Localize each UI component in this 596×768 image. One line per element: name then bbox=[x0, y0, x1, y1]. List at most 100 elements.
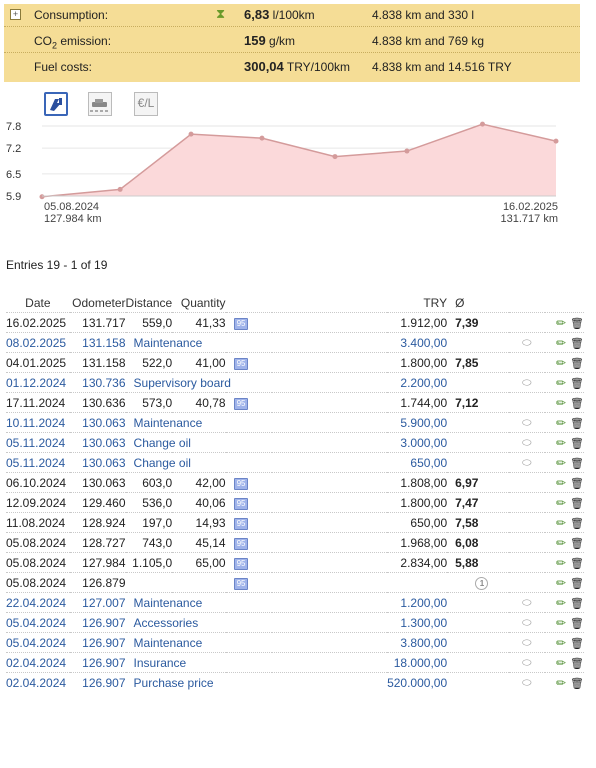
cell-date: 05.08.2024 bbox=[6, 532, 70, 553]
cell-comment: ⬭ bbox=[508, 332, 545, 353]
col-avg[interactable]: Ø bbox=[447, 293, 509, 313]
trash-icon[interactable]: 🗑 bbox=[570, 417, 584, 430]
table-row[interactable]: 05.04.2024 126.907 Accessories 1.300,00 ⬭ ✏ 🗑 bbox=[6, 612, 584, 633]
cell-avg: 6,08 bbox=[447, 532, 509, 553]
edit-pencil-icon[interactable]: ✏ bbox=[556, 376, 566, 390]
col-quantity[interactable]: Quantity bbox=[172, 293, 226, 313]
fuel-type-badge: 95 bbox=[233, 478, 249, 490]
table-row[interactable]: 05.08.2024 128.727 743,0 45,14 95 1.968,00 6,0… bbox=[6, 532, 584, 553]
table-row[interactable]: 22.04.2024 127.007 Maintenance 1.200,00 ⬭ ✏ 🗑 bbox=[6, 592, 584, 613]
cell-cost: 1.912,00 bbox=[387, 312, 448, 333]
edit-pencil-icon[interactable]: ✏ bbox=[556, 416, 566, 430]
table-row[interactable]: 02.04.2024 126.907 Insurance 18.000,00 ⬭ ✏ 🗑 bbox=[6, 652, 584, 673]
edit-pencil-icon[interactable]: ✏ bbox=[556, 436, 566, 450]
cell-distance: 522,0 bbox=[125, 352, 173, 373]
trash-icon[interactable]: 🗑 bbox=[570, 437, 584, 450]
cell-comment bbox=[508, 552, 545, 573]
trash-icon[interactable]: 🗑 bbox=[570, 657, 584, 670]
trash-icon[interactable]: 🗑 bbox=[570, 557, 584, 570]
summary-label: Consumption: bbox=[34, 8, 109, 22]
edit-pencil-icon[interactable]: ✏ bbox=[556, 616, 566, 630]
trash-icon[interactable]: 🗑 bbox=[570, 457, 584, 470]
edit-pencil-icon[interactable]: ✏ bbox=[556, 556, 566, 570]
edit-pencil-icon[interactable]: ✏ bbox=[556, 636, 566, 650]
col-date[interactable]: Date bbox=[6, 293, 70, 313]
edit-pencil-icon[interactable]: ✏ bbox=[556, 356, 566, 370]
table-row[interactable]: 08.02.2025 131.158 Maintenance 3.400,00 ⬭ ✏ 🗑 bbox=[6, 332, 584, 353]
comment-icon[interactable]: ⬭ bbox=[522, 377, 531, 390]
cell-actions: ✏ 🗑 bbox=[544, 632, 584, 653]
col-distance[interactable]: Distance bbox=[126, 293, 173, 313]
comment-icon[interactable]: ⬭ bbox=[522, 457, 531, 470]
trash-icon[interactable]: 🗑 bbox=[570, 397, 584, 410]
table-row[interactable]: 12.09.2024 129.460 536,0 40,06 95 1.800,00 7,4… bbox=[6, 492, 584, 513]
table-row[interactable]: 16.02.2025 131.717 559,0 41,33 95 1.912,00 7,3… bbox=[6, 312, 584, 333]
comment-icon[interactable]: ⬭ bbox=[522, 637, 531, 650]
trash-icon[interactable]: 🗑 bbox=[570, 677, 584, 690]
edit-pencil-icon[interactable]: ✏ bbox=[556, 656, 566, 670]
comment-icon[interactable]: ⬭ bbox=[522, 597, 531, 610]
euro-per-liter-icon[interactable]: €/L bbox=[134, 92, 158, 116]
cell-gap bbox=[271, 572, 388, 593]
table-row[interactable]: 05.04.2024 126.907 Maintenance 3.800,00 ⬭ ✏ 🗑 bbox=[6, 632, 584, 653]
summary-row-fuel-costs: Fuel costs: 300,04 TRY/100km 4.838 km an… bbox=[4, 56, 580, 78]
cell-comment: ⬭ bbox=[508, 672, 545, 692]
comment-icon[interactable]: ⬭ bbox=[522, 417, 531, 430]
edit-pencil-icon[interactable]: ✏ bbox=[556, 316, 566, 330]
trash-icon[interactable]: 🗑 bbox=[570, 617, 584, 630]
table-row[interactable]: 10.11.2024 130.063 Maintenance 5.900,00 ⬭ ✏ 🗑 bbox=[6, 412, 584, 433]
trash-icon[interactable]: 🗑 bbox=[570, 317, 584, 330]
table-row[interactable]: 05.08.2024 127.984 1.105,0 65,00 95 2.834,00 5… bbox=[6, 552, 584, 573]
comment-icon[interactable]: ⬭ bbox=[522, 337, 531, 350]
trash-icon[interactable]: 🗑 bbox=[570, 577, 584, 590]
cell-cost: 650,00 bbox=[387, 512, 448, 533]
comment-icon[interactable]: ⬭ bbox=[522, 657, 531, 670]
edit-pencil-icon[interactable]: ✏ bbox=[556, 336, 566, 350]
edit-pencil-icon[interactable]: ✏ bbox=[556, 516, 566, 530]
fuel-pump-icon[interactable] bbox=[44, 92, 68, 116]
table-row[interactable]: 05.08.2024 126.879 95 1 ✏ 🗑 bbox=[6, 572, 584, 593]
edit-pencil-icon[interactable]: ✏ bbox=[556, 676, 566, 690]
cell-fuel: 95 bbox=[225, 472, 272, 493]
trash-icon[interactable]: 🗑 bbox=[570, 497, 584, 510]
table-row[interactable]: 11.08.2024 128.924 197,0 14,93 95 650,00 7,58 ✏… bbox=[6, 512, 584, 533]
cell-comment: ⬭ bbox=[508, 412, 545, 433]
info-circle-icon[interactable]: 1 bbox=[475, 577, 489, 590]
trash-icon[interactable]: 🗑 bbox=[570, 337, 584, 350]
table-row[interactable]: 05.11.2024 130.063 Change oil 650,00 ⬭ ✏ 🗑 bbox=[6, 452, 584, 473]
edit-pencil-icon[interactable]: ✏ bbox=[556, 536, 566, 550]
table-row[interactable]: 05.11.2024 130.063 Change oil 3.000,00 ⬭ ✏ 🗑 bbox=[6, 432, 584, 453]
trash-icon[interactable]: 🗑 bbox=[570, 357, 584, 370]
edit-pencil-icon[interactable]: ✏ bbox=[556, 496, 566, 510]
edit-pencil-icon[interactable]: ✏ bbox=[556, 396, 566, 410]
trash-icon[interactable]: 🗑 bbox=[570, 517, 584, 530]
cell-comment bbox=[508, 472, 545, 493]
table-row[interactable]: 04.01.2025 131.158 522,0 41,00 95 1.800,00 7,8… bbox=[6, 352, 584, 373]
edit-pencil-icon[interactable]: ✏ bbox=[556, 576, 566, 590]
table-row[interactable]: 06.10.2024 130.063 603,0 42,00 95 1.808,00 6,9… bbox=[6, 472, 584, 493]
trash-icon[interactable]: 🗑 bbox=[570, 537, 584, 550]
comment-icon[interactable]: ⬭ bbox=[522, 437, 531, 450]
chart-point bbox=[188, 131, 194, 137]
table-row[interactable]: 17.11.2024 130.636 573,0 40,78 95 1.744,00 7,1… bbox=[6, 392, 584, 413]
cell-comment: ⬭ bbox=[508, 592, 545, 613]
trash-icon[interactable]: 🗑 bbox=[570, 637, 584, 650]
plus-box-icon[interactable]: + bbox=[10, 9, 21, 20]
comment-icon[interactable]: ⬭ bbox=[522, 677, 531, 690]
col-currency[interactable]: TRY bbox=[387, 293, 447, 313]
trash-icon[interactable]: 🗑 bbox=[570, 377, 584, 390]
car-road-icon[interactable] bbox=[88, 92, 112, 116]
table-row[interactable]: 02.04.2024 126.907 Purchase price 520.000,0… bbox=[6, 672, 584, 692]
edit-pencil-icon[interactable]: ✏ bbox=[556, 596, 566, 610]
cell-fuel: 95 bbox=[225, 512, 272, 533]
cell-cost: 1.200,00 bbox=[387, 592, 448, 613]
trash-icon[interactable]: 🗑 bbox=[570, 477, 584, 490]
col-odometer[interactable]: Odometer bbox=[70, 293, 125, 313]
cell-odometer: 129.460 bbox=[69, 492, 126, 513]
edit-pencil-icon[interactable]: ✏ bbox=[556, 476, 566, 490]
edit-pencil-icon[interactable]: ✏ bbox=[556, 456, 566, 470]
table-row[interactable]: 01.12.2024 130.736 Supervisory board 2.200,… bbox=[6, 372, 584, 393]
cell-gap bbox=[271, 352, 388, 373]
comment-icon[interactable]: ⬭ bbox=[522, 617, 531, 630]
trash-icon[interactable]: 🗑 bbox=[570, 597, 584, 610]
